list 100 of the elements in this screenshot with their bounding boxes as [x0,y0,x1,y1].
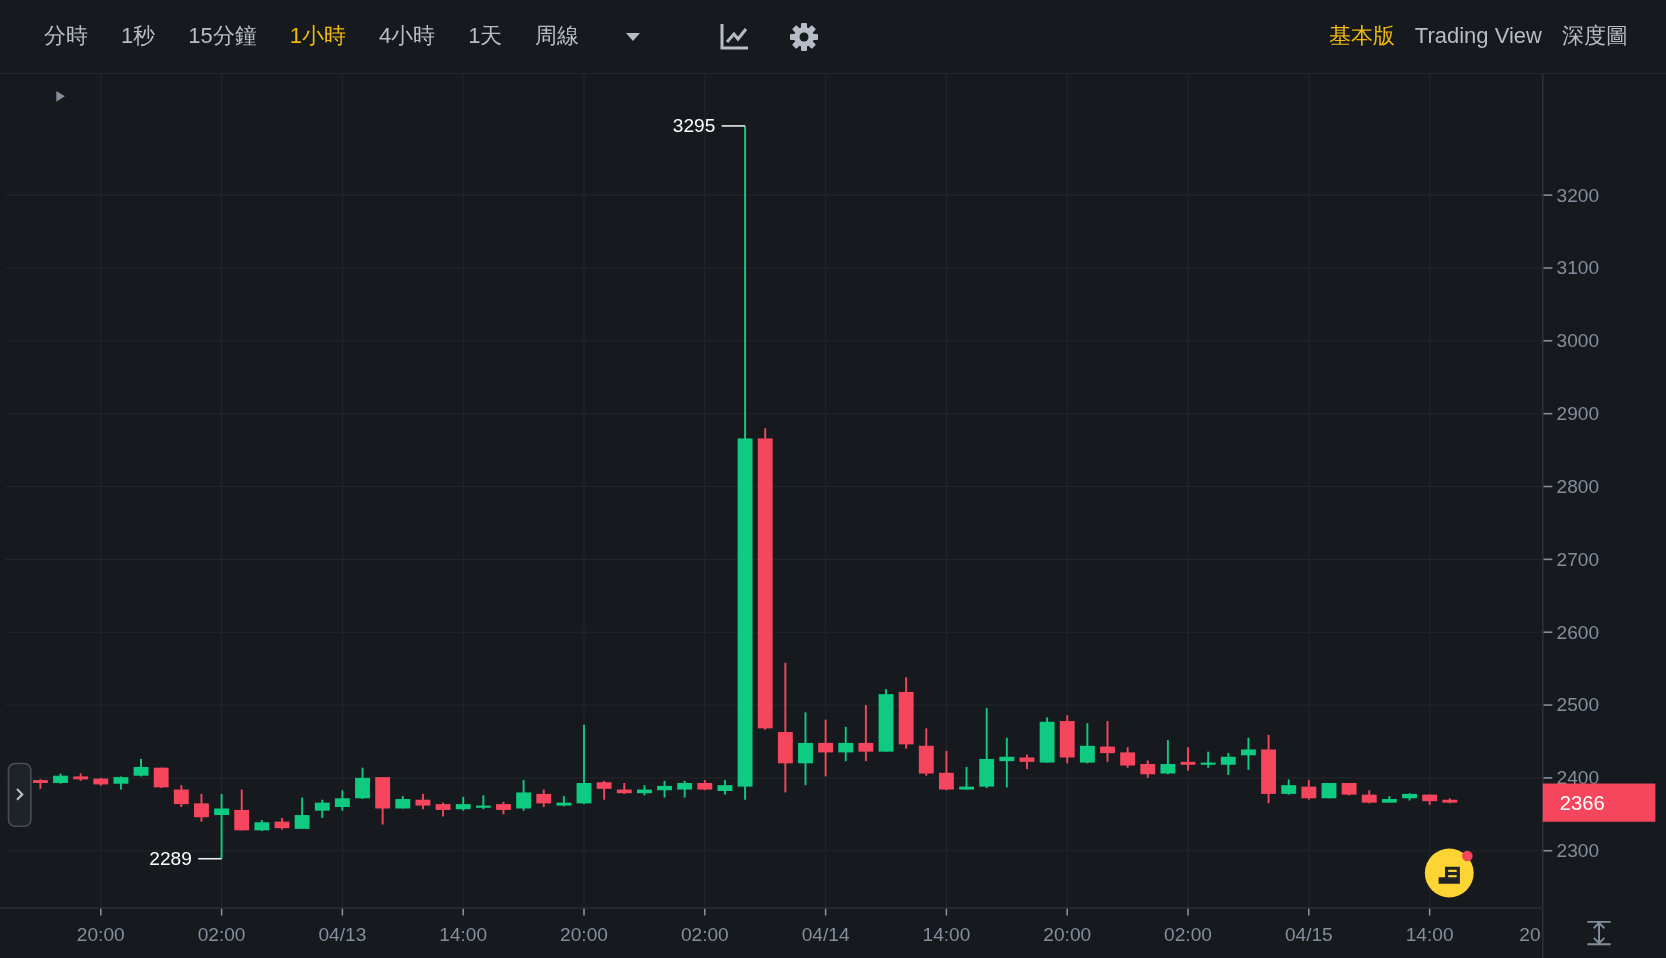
candlestick [1321,783,1337,799]
candlestick [475,795,491,810]
candlestick [697,780,713,791]
time-label: 14:00 [439,924,488,945]
candlestick [556,796,572,807]
candlestick [1059,715,1075,764]
time-label: 02:00 [680,924,729,945]
time-label: 14:00 [922,924,971,945]
time-label: 20 [1519,924,1541,945]
candlestick [858,705,874,762]
candlestick [1100,721,1115,762]
view-tab[interactable]: 深度圖 [1562,23,1628,50]
view-tab[interactable]: 基本版 [1328,23,1395,50]
candlestick [113,776,129,790]
candlestick [878,689,894,752]
candlestick [536,789,552,807]
interval-tab[interactable]: 1秒 [121,23,156,50]
candlestick [1019,754,1035,770]
candlestick [918,728,934,776]
candlestick [1220,753,1236,775]
candlestick [939,750,954,791]
candlestick [294,797,310,829]
candlestick [1241,737,1256,770]
candlestick [496,801,511,815]
candlestick [516,780,532,811]
candlestick [194,793,209,822]
candlestick [53,773,68,784]
candlestick [435,802,451,817]
candlestick [1120,747,1136,768]
candlestick [214,793,229,859]
interval-tab[interactable]: 分時 [44,23,88,50]
price-tick: 2600 [1541,621,1600,643]
price-tick: 2700 [1541,548,1600,570]
triangle-icon[interactable] [56,91,65,102]
candlestick [1039,717,1055,763]
candlestick [455,796,471,811]
high-price-label: 3295 [672,115,716,137]
time-label: 20:00 [76,924,125,945]
candlestick [234,789,250,831]
candlestick [32,779,48,789]
candlestick [838,726,854,762]
price-tick: 2300 [1541,840,1600,862]
candlestick [1140,760,1156,778]
candlestick [1261,734,1276,804]
price-tick: 3200 [1541,184,1600,206]
time-label: 04/15 [1284,924,1333,945]
time-label: 04/13 [318,924,367,945]
price-tick: 2500 [1541,694,1600,716]
candlestick [274,817,290,830]
candlestick [898,677,914,749]
time-label: 02:00 [197,924,246,945]
candlestick [1402,793,1417,801]
candlestick [657,780,672,798]
candlestick [1200,751,1216,768]
candlestick [415,793,431,810]
candlestick [818,719,834,777]
time-label: 14:00 [1405,924,1454,945]
candlestick [355,767,370,799]
candlestick [1079,723,1095,764]
candlestick [73,773,89,781]
candlestick [1442,798,1458,804]
chat-button[interactable] [1424,848,1474,898]
candlestick [93,777,109,786]
candlestick [1381,796,1397,803]
interval-tab[interactable]: 15分鐘 [188,23,257,50]
time-label: 20:00 [1043,924,1092,945]
time-label: 02:00 [1164,924,1212,945]
candlestick [133,758,149,777]
price-tick: 2900 [1541,403,1600,425]
candlestick [999,737,1015,788]
price-tick: 3000 [1541,330,1600,352]
leader-line [197,857,223,860]
interval-tab[interactable]: 1天 [468,23,503,50]
candlestick [636,785,652,796]
chart-icon[interactable] [719,22,750,51]
last-price-tag: 2366 [1542,783,1656,822]
candlestick [1301,780,1317,800]
interval-tab[interactable]: 1小時 [289,23,346,50]
interval-tab[interactable]: 周線 [535,23,580,50]
dropdown-caret[interactable] [625,31,642,42]
candlestick [717,780,733,795]
low-price-label: 2289 [149,848,192,870]
candlestick [616,783,632,794]
candlestick [153,767,169,789]
candlestick [1341,783,1357,796]
candlestick [1422,794,1438,805]
interval-tab[interactable]: 4小時 [379,23,436,50]
vertical-resize-icon[interactable] [1586,920,1612,946]
candlestick [1180,747,1196,771]
collapse-handle[interactable] [7,762,32,828]
candlestick [173,785,189,807]
candlestick [334,790,350,811]
candlestick [596,780,612,800]
candlestick [314,799,330,818]
view-tab[interactable]: Trading View [1414,23,1542,50]
candlestick [1281,779,1297,795]
candlestick [375,777,391,825]
settings-icon[interactable] [789,21,820,52]
price-tick: 2800 [1541,475,1600,497]
candlestick [959,766,974,790]
